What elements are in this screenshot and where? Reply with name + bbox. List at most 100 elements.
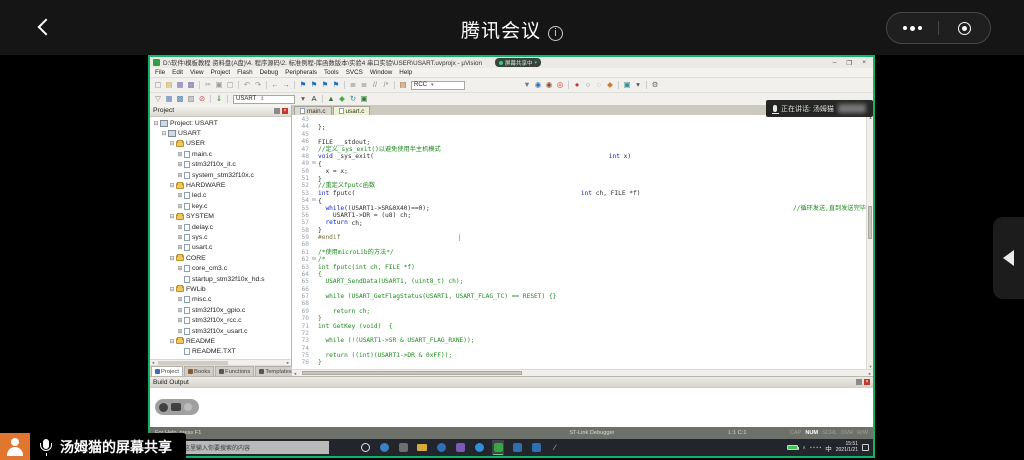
tree-expander-icon[interactable]: ⊟ — [152, 120, 160, 127]
menu-project[interactable]: Project — [211, 69, 231, 76]
toolbar-icon[interactable]: ⚑ — [309, 80, 319, 90]
tree-expander-icon[interactable]: ⊞ — [176, 244, 184, 251]
rcc-combobox[interactable]: RCC▾ — [411, 81, 465, 90]
editor-tab-main.c[interactable]: main.c — [294, 106, 332, 115]
toolbar-icon[interactable]: ▨ — [186, 94, 196, 104]
clock-app-icon[interactable] — [435, 440, 447, 455]
more-button[interactable] — [887, 13, 938, 43]
tree-expander-icon[interactable]: ⊞ — [176, 307, 184, 314]
store-icon[interactable] — [397, 440, 409, 455]
editor-tab-usart.c[interactable]: usart.c — [333, 106, 371, 115]
tree-item-system-stm32f10x-c[interactable]: ⊞system_stm32f10x.c — [150, 170, 291, 180]
panel-tab-templates[interactable]: Templates — [255, 366, 295, 376]
tree-item-readme[interactable]: ⊟README — [150, 336, 291, 346]
toolbar-icon[interactable]: ● — [572, 80, 582, 90]
toolbar-icon[interactable]: ◎ — [555, 80, 565, 90]
tray-expand-icon[interactable]: ∧ — [802, 445, 806, 451]
exit-miniprogram-button[interactable] — [939, 13, 990, 43]
toolbar-icon[interactable]: ↷ — [253, 80, 263, 90]
toolbar-icon[interactable]: ← — [270, 80, 280, 90]
tree-expander-icon[interactable]: ⊞ — [176, 317, 184, 324]
tree-item-led-c[interactable]: ⊞led.c — [150, 191, 291, 201]
tree-expander-icon[interactable]: ⊞ — [176, 234, 184, 241]
toolbar-icon[interactable]: ↶ — [242, 80, 252, 90]
minimize-button[interactable]: – — [833, 59, 837, 67]
tree-item-project-usart[interactable]: ⊟Project: USART — [150, 118, 291, 128]
window-app2-icon[interactable] — [530, 440, 542, 455]
toolbar-icon[interactable]: ↻ — [348, 94, 358, 104]
fold-icon[interactable]: ⊟ — [310, 256, 318, 263]
toolbar-icon[interactable]: A — [309, 94, 319, 104]
toolbar-icon[interactable]: ▢ — [153, 80, 163, 90]
toolbar-icon[interactable]: ⚙ — [650, 80, 660, 90]
tree-item-misc-c[interactable]: ⊞misc.c — [150, 295, 291, 305]
tree-item-system[interactable]: ⊟SYSTEM — [150, 212, 291, 222]
toolbar-icon[interactable]: ▲ — [326, 94, 336, 104]
tree-item-stm32f10x-usart-c[interactable]: ⊞stm32f10x_usart.c — [150, 326, 291, 336]
close-button[interactable]: × — [862, 59, 866, 67]
tree-expander-icon[interactable]: ⊟ — [168, 140, 176, 147]
panel-tab-project[interactable]: Project — [151, 366, 183, 376]
menu-file[interactable]: File — [155, 69, 165, 76]
tree-item-stm32f10x-it-c[interactable]: ⊞stm32f10x_it.c — [150, 160, 291, 170]
panel-tab-functions[interactable]: Functions — [215, 366, 254, 376]
toolbar-icon[interactable]: ▢ — [225, 80, 235, 90]
code-area[interactable]: 4344};4546FILE __stdout;47//定义_sys_exit(… — [292, 115, 866, 369]
toolbar-icon[interactable]: ▤ — [164, 80, 174, 90]
tree-expander-icon[interactable]: ⊞ — [176, 224, 184, 231]
menu-edit[interactable]: Edit — [172, 69, 183, 76]
toolbar-icon[interactable]: ▦ — [175, 80, 185, 90]
target-select[interactable]: USART⇕ — [233, 95, 295, 104]
toolbar-icon[interactable]: ▽ — [153, 94, 163, 104]
menu-svcs[interactable]: SVCS — [346, 69, 363, 76]
toolbar-icon[interactable]: ⇓ — [214, 94, 224, 104]
editor-vscrollbar[interactable]: ▲ ▼ — [866, 115, 873, 369]
toolbar-icon[interactable]: ⚑ — [320, 80, 330, 90]
tree-item-startup-stm32f10x-hd-s[interactable]: startup_stm32f10x_hd.s — [150, 274, 291, 284]
mic-icon[interactable] — [159, 403, 168, 412]
menu-debug[interactable]: Debug — [260, 69, 279, 76]
tree-item-usart-c[interactable]: ⊞usart.c — [150, 243, 291, 253]
pin-icon[interactable] — [274, 108, 280, 114]
toolbar-icon[interactable]: ▼ — [522, 80, 532, 90]
toolbar-icon[interactable]: ✂ — [203, 80, 213, 90]
tree-expander-icon[interactable]: ⊞ — [176, 203, 184, 210]
toolbar-icon[interactable]: → — [281, 80, 291, 90]
toolbar-icon[interactable]: ▩ — [186, 80, 196, 90]
toolbar-icon[interactable]: ◉ — [533, 80, 543, 90]
tree-expander-icon[interactable]: ⊞ — [176, 151, 184, 158]
toolbar-icon[interactable]: /* — [381, 80, 391, 90]
tree-expander-icon[interactable]: ⊞ — [176, 172, 184, 179]
menu-view[interactable]: View — [190, 69, 204, 76]
purple-app-icon[interactable] — [454, 440, 466, 455]
toolbar-icon[interactable]: // — [370, 80, 380, 90]
tree-expander-icon[interactable]: ⊟ — [168, 286, 176, 293]
window-app1-icon[interactable] — [511, 440, 523, 455]
close-panel-icon[interactable]: × — [282, 108, 288, 114]
tree-item-stm32f10x-gpio-c[interactable]: ⊞stm32f10x_gpio.c — [150, 305, 291, 315]
screen-share-badge[interactable]: 屏幕共享中▾ — [495, 58, 541, 67]
tree-expander-icon[interactable]: ⊞ — [176, 265, 184, 272]
tree-item-delay-c[interactable]: ⊞delay.c — [150, 222, 291, 232]
menu-window[interactable]: Window — [370, 69, 392, 76]
toolbar-icon[interactable]: ○ — [583, 80, 593, 90]
battery-icon[interactable] — [787, 445, 798, 450]
tree-item-readme-txt[interactable]: README.TXT — [150, 347, 291, 357]
toolbar-icon[interactable]: ⚑ — [331, 80, 341, 90]
toolbar-icon[interactable]: ⊘ — [197, 94, 207, 104]
cortana-icon[interactable] — [359, 440, 371, 455]
toolbar-icon[interactable]: ▩ — [175, 94, 185, 104]
info-icon[interactable]: i — [548, 26, 563, 41]
tree-item-key-c[interactable]: ⊞key.c — [150, 201, 291, 211]
project-hscrollbar[interactable]: ◄ ► — [150, 359, 291, 365]
toolbar-icon[interactable]: ◆ — [337, 94, 347, 104]
blue-app-icon[interactable] — [473, 440, 485, 455]
action-center-icon[interactable] — [862, 444, 869, 451]
toolbar-icon[interactable]: ▦ — [164, 94, 174, 104]
tree-item-main-c[interactable]: ⊞main.c — [150, 149, 291, 159]
keyboard-icon[interactable] — [171, 403, 181, 411]
tree-expander-icon[interactable]: ⊞ — [176, 296, 184, 303]
toolbar-icon[interactable]: ⚑ — [298, 80, 308, 90]
pin-icon[interactable] — [856, 379, 862, 385]
keil-uvision-icon[interactable] — [492, 440, 504, 455]
